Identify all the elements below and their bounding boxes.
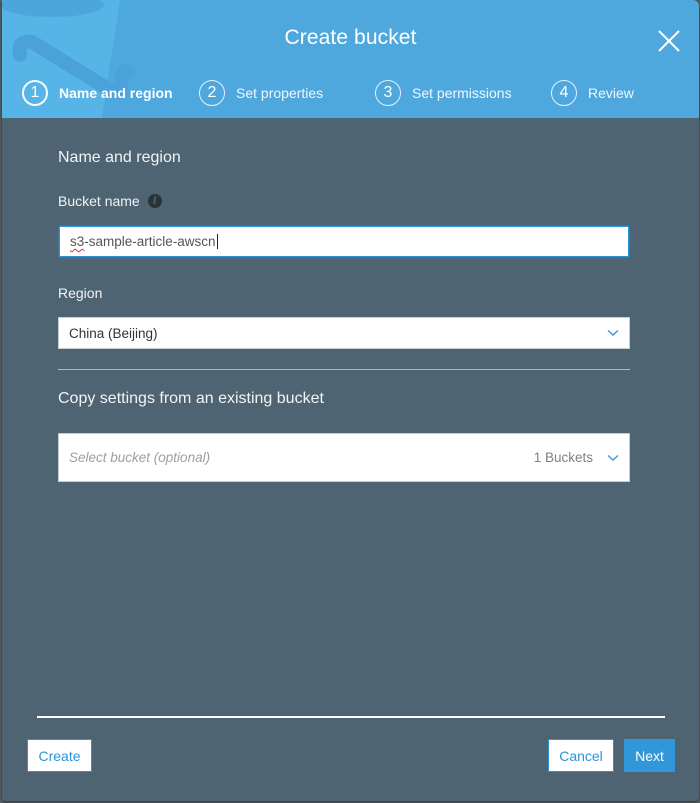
cancel-button[interactable]: Cancel [548, 739, 614, 772]
step-set-permissions[interactable]: 3 Set permissions [375, 79, 512, 107]
next-button[interactable]: Next [624, 739, 675, 772]
close-icon [658, 30, 680, 52]
step-number: 2 [199, 80, 225, 106]
bucket-name-label-text: Bucket name [58, 193, 140, 209]
close-button[interactable] [657, 29, 681, 53]
bucket-name-input[interactable]: s3 -sample-article-awscn [59, 226, 629, 257]
step-label: Review [588, 85, 634, 101]
region-label: Region [58, 285, 103, 301]
section-title: Name and region [58, 149, 181, 166]
step-review[interactable]: 4 Review [551, 79, 634, 107]
step-label: Set permissions [412, 85, 512, 101]
wizard-steps: 1 Name and region 2 Set properties 3 Set… [2, 79, 699, 107]
bucket-name-value-prefix: s3 [70, 234, 85, 249]
bucket-count: 1 Buckets [533, 450, 593, 465]
copy-bucket-placeholder: Select bucket (optional) [69, 450, 211, 465]
copy-settings-title: Copy settings from an existing bucket [58, 390, 324, 407]
region-value: China (Beijing) [69, 325, 158, 341]
step-number: 4 [551, 80, 577, 106]
chevron-down-icon [605, 450, 621, 466]
chevron-down-icon [605, 325, 621, 341]
bucket-name-label: Bucket name i [58, 193, 162, 209]
create-button[interactable]: Create [27, 739, 92, 772]
info-icon[interactable]: i [147, 194, 162, 208]
text-caret [216, 234, 218, 249]
step-number: 1 [22, 80, 48, 106]
footer-divider [37, 716, 665, 718]
create-bucket-dialog: Create bucket 1 Name and region 2 Set pr… [2, 0, 699, 801]
step-name-and-region[interactable]: 1 Name and region [22, 79, 173, 107]
step-number: 3 [375, 80, 401, 106]
copy-bucket-select[interactable]: Select bucket (optional) 1 Buckets [58, 433, 630, 482]
step-label: Set properties [236, 85, 324, 101]
section-divider [58, 369, 630, 370]
step-set-properties[interactable]: 2 Set properties [199, 79, 323, 107]
dialog-title: Create bucket [284, 26, 417, 49]
step-label: Name and region [59, 85, 173, 101]
region-select[interactable]: China (Beijing) [58, 317, 630, 349]
bucket-name-value: -sample-article-awscn [84, 234, 216, 249]
dialog-header: Create bucket 1 Name and region 2 Set pr… [2, 0, 699, 118]
